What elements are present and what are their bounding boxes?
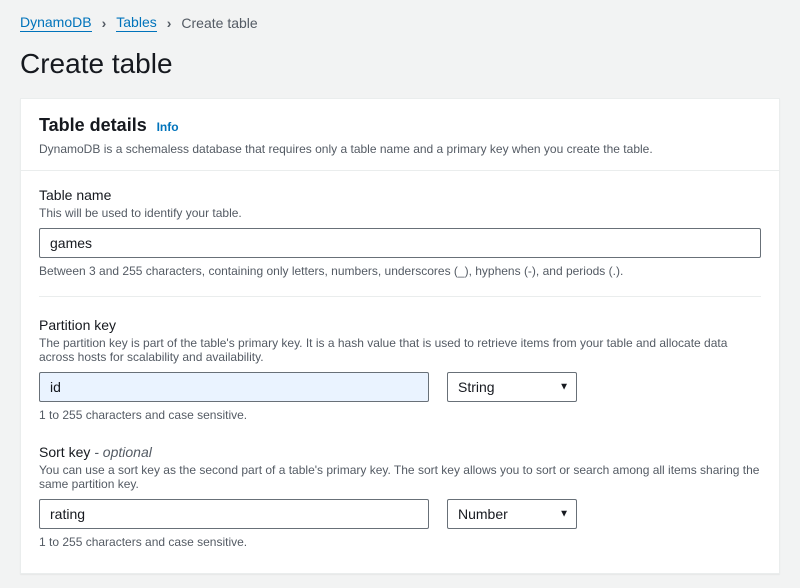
sort-key-field: Sort key - optional You can use a sort k…: [39, 444, 761, 549]
partition-key-type-select[interactable]: String: [447, 372, 577, 402]
sort-key-label-text: Sort key: [39, 444, 90, 460]
panel-description: DynamoDB is a schemaless database that r…: [39, 142, 761, 156]
breadcrumb-tables[interactable]: Tables: [116, 14, 156, 32]
table-name-constraint: Between 3 and 255 characters, containing…: [39, 264, 761, 278]
breadcrumb-current: Create table: [181, 15, 257, 31]
page-title: Create table: [0, 40, 800, 98]
table-name-input[interactable]: [39, 228, 761, 258]
sort-key-type-select[interactable]: Number: [447, 499, 577, 529]
sort-key-optional: - optional: [94, 444, 152, 460]
panel-header: Table details Info DynamoDB is a schemal…: [21, 99, 779, 171]
breadcrumb-dynamodb[interactable]: DynamoDB: [20, 14, 92, 32]
divider: [39, 296, 761, 297]
sort-key-sublabel: You can use a sort key as the second par…: [39, 463, 761, 491]
table-details-panel: Table details Info DynamoDB is a schemal…: [20, 98, 780, 574]
chevron-right-icon: ›: [167, 15, 172, 31]
panel-body: Table name This will be used to identify…: [21, 171, 779, 573]
partition-key-sublabel: The partition key is part of the table's…: [39, 336, 761, 364]
partition-key-input[interactable]: [39, 372, 429, 402]
partition-key-constraint: 1 to 255 characters and case sensitive.: [39, 408, 761, 422]
panel-title: Table details: [39, 115, 147, 135]
partition-key-field: Partition key The partition key is part …: [39, 317, 761, 422]
sort-key-label: Sort key - optional: [39, 444, 761, 460]
info-link[interactable]: Info: [157, 120, 179, 134]
chevron-right-icon: ›: [102, 15, 107, 31]
table-name-sublabel: This will be used to identify your table…: [39, 206, 761, 220]
breadcrumb: DynamoDB › Tables › Create table: [0, 0, 800, 40]
sort-key-input[interactable]: [39, 499, 429, 529]
sort-key-constraint: 1 to 255 characters and case sensitive.: [39, 535, 761, 549]
table-name-label: Table name: [39, 187, 761, 203]
partition-key-type-select-wrap: String ▼: [447, 372, 577, 402]
partition-key-label: Partition key: [39, 317, 761, 333]
table-name-field: Table name This will be used to identify…: [39, 187, 761, 278]
sort-key-type-select-wrap: Number ▼: [447, 499, 577, 529]
